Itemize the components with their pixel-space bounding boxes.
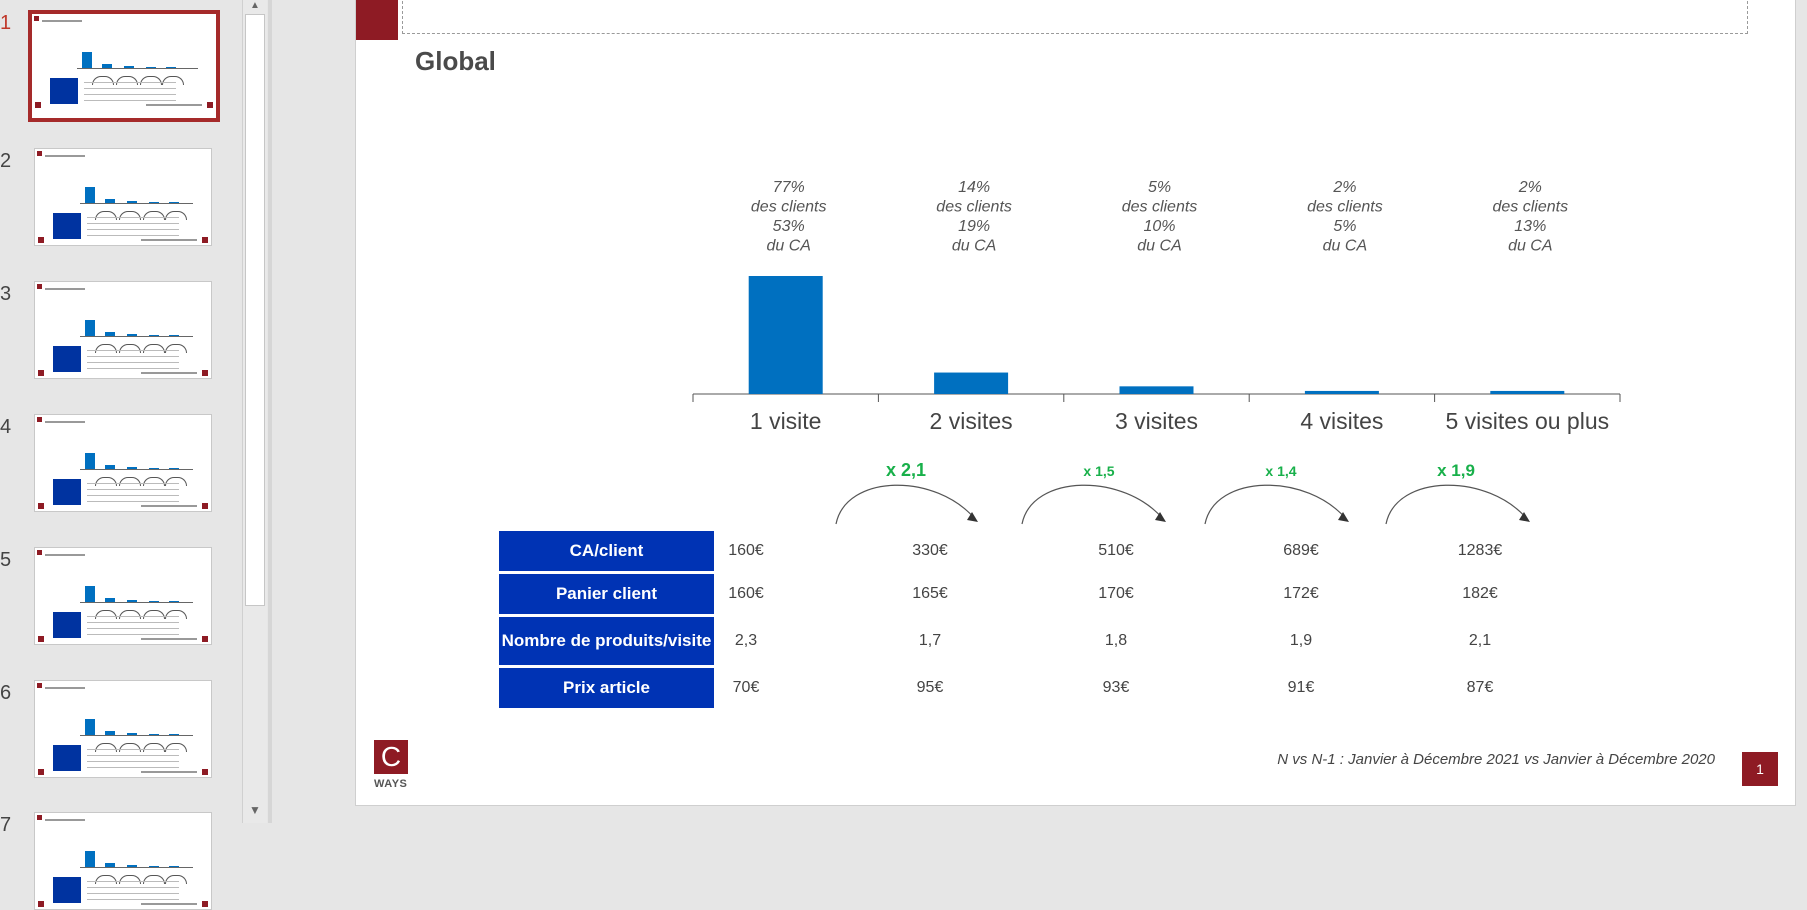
table-cell: 87€ <box>1466 679 1494 696</box>
share-label: 10% <box>1143 218 1175 235</box>
thumbnail-scrollbar[interactable]: ▲ ▼ <box>242 0 267 823</box>
bar-3 <box>1119 386 1194 394</box>
arrow-head-icon <box>967 512 978 522</box>
table-cell: 2,1 <box>1468 632 1492 649</box>
slide-thumbnail-5[interactable] <box>34 547 212 645</box>
share-label: du CA <box>1137 238 1181 255</box>
share-label: 5% <box>1148 179 1171 196</box>
share-label: 13% <box>1514 218 1546 235</box>
table-row-header: Nombre de produits/visite <box>499 617 714 665</box>
bar-2 <box>934 372 1009 394</box>
bar-1 <box>748 276 823 394</box>
slide-canvas: Global 1 visite 77% des clients 53% du CA 2 v… <box>355 0 1796 806</box>
slide-number-3: 3 <box>0 283 12 305</box>
logo-text: WAYS <box>374 778 408 790</box>
table-cell: 160€ <box>728 542 764 559</box>
slide-thumbnail-4[interactable] <box>34 414 212 512</box>
multiplier-arc <box>1385 484 1529 525</box>
share-label: du CA <box>1508 238 1552 255</box>
scroll-down-icon[interactable]: ▼ <box>243 799 267 821</box>
table-cell: 510€ <box>1098 542 1134 559</box>
bar-4 <box>1304 390 1379 394</box>
table-cell: 170€ <box>1098 585 1134 602</box>
scrollbar-thumb[interactable] <box>245 14 265 606</box>
table-cell: 95€ <box>916 679 944 696</box>
share-label: des clients <box>1122 199 1198 216</box>
slide-thumbnail-7[interactable] <box>34 812 212 910</box>
slide-number-4: 4 <box>0 416 12 438</box>
share-label: 77% <box>773 179 805 196</box>
slide-number-2: 2 <box>0 150 12 172</box>
arrow-head-icon <box>1155 512 1166 522</box>
multiplier-arc <box>1204 484 1348 525</box>
table-cell: 1,8 <box>1104 632 1128 649</box>
share-label: du CA <box>766 238 810 255</box>
slide-number-1: 1 <box>0 12 12 34</box>
slide-number-5: 5 <box>0 549 12 571</box>
footnote: N vs N-1 : Janvier à Décembre 2021 vs Ja… <box>1277 751 1715 768</box>
share-label: des clients <box>1307 199 1383 216</box>
share-label: 19% <box>958 218 990 235</box>
slide-number-7: 7 <box>0 814 12 836</box>
table-cell: 689€ <box>1283 542 1319 559</box>
share-label: 2% <box>1518 179 1542 196</box>
category-label: 1 visite <box>750 408 822 434</box>
slide-thumbnail-1[interactable] <box>28 10 220 122</box>
category-label: 5 visites ou plus <box>1445 408 1609 434</box>
share-label: 5% <box>1333 218 1356 235</box>
table-cell: 1283€ <box>1457 542 1503 559</box>
multiplier-arc <box>1021 484 1165 525</box>
table-cell: 160€ <box>728 585 764 602</box>
multiplier-arc <box>835 484 977 525</box>
page-number-badge: 1 <box>1742 752 1778 786</box>
table-cell: 1,7 <box>918 632 942 649</box>
share-label: des clients <box>751 199 827 216</box>
share-label: 14% <box>958 179 990 196</box>
share-label: des clients <box>936 199 1012 216</box>
table-cell: 182€ <box>1462 585 1498 602</box>
share-label: 53% <box>773 218 805 235</box>
share-label: du CA <box>1323 238 1367 255</box>
pane-divider[interactable] <box>268 0 272 823</box>
table-cell: 172€ <box>1283 585 1319 602</box>
category-label: 2 visites <box>930 408 1013 434</box>
arrow-head-icon <box>1338 512 1349 522</box>
table-cell: 91€ <box>1287 679 1315 696</box>
slide-thumbnail-2[interactable] <box>34 148 212 246</box>
multiplier-label: x 2,1 <box>886 460 926 480</box>
multiplier-label: x 1,5 <box>1083 463 1114 479</box>
multiplier-label: x 1,4 <box>1265 463 1296 479</box>
slide-thumbnail-pane: 1 2 3 4 5 6 7 <box>0 0 268 910</box>
table-cell: 2,3 <box>734 632 758 649</box>
slide-thumbnail-3[interactable] <box>34 281 212 379</box>
logo-letter: C <box>380 741 402 772</box>
slide-thumbnail-6[interactable] <box>34 680 212 778</box>
table-row-header: Panier client <box>499 574 714 614</box>
cways-logo: C <box>374 740 408 774</box>
table-cell: 93€ <box>1102 679 1130 696</box>
slide-number-6: 6 <box>0 682 12 704</box>
arrow-head-icon <box>1519 512 1530 522</box>
table-cell: 330€ <box>912 542 948 559</box>
share-label: du CA <box>952 238 996 255</box>
table-row-header: Prix article <box>499 668 714 708</box>
multiplier-label: x 1,9 <box>1437 461 1475 480</box>
table-cell: 1,9 <box>1289 632 1313 649</box>
bar-5 <box>1490 390 1565 394</box>
share-label: des clients <box>1493 199 1569 216</box>
table-row-header: CA/client <box>499 531 714 571</box>
scroll-up-icon[interactable]: ▲ <box>243 0 267 14</box>
table-cell: 165€ <box>912 585 948 602</box>
category-label: 4 visites <box>1300 408 1383 434</box>
category-label: 3 visites <box>1115 408 1198 434</box>
table-cell: 70€ <box>732 679 760 696</box>
share-label: 2% <box>1332 179 1356 196</box>
